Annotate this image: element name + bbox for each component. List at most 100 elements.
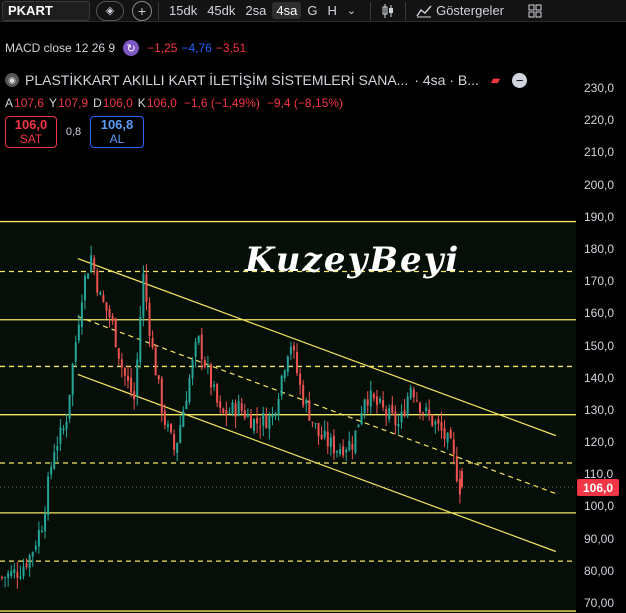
candle-body [93, 258, 96, 270]
price-tick-label: 220,0 [584, 113, 615, 128]
timeframe-45dk[interactable]: 45dk [203, 2, 239, 19]
candle-body [111, 316, 114, 321]
candle-body [243, 410, 246, 418]
symbol-search-input[interactable]: PKART [2, 0, 90, 21]
candle-body [10, 570, 13, 576]
candle-body [406, 396, 409, 417]
candle-body [209, 364, 212, 388]
timeframe-4sa[interactable]: 4sa [272, 2, 302, 19]
candle-body [437, 419, 440, 424]
candle-body [173, 434, 176, 450]
candle-body [326, 431, 329, 447]
timeframe-h[interactable]: H [323, 2, 340, 19]
candle-body [40, 530, 43, 532]
toolbar-separator [405, 1, 407, 20]
candle-body [108, 308, 111, 318]
candle-body [455, 455, 458, 482]
candle-body [13, 569, 16, 573]
price-axis[interactable]: 230,0 220,0 210,0 200,0 190,0 180,0 170,0 160,0… [576, 34, 626, 613]
buy-button[interactable]: 106,8 AL [90, 116, 144, 148]
candle-body [354, 430, 357, 453]
candle-body [28, 555, 31, 569]
compare-diamond-icon[interactable]: ◈ [96, 0, 124, 21]
timeframe-chevron-down-icon[interactable]: ⌄ [347, 4, 356, 17]
timeframe-15dk[interactable]: 15dk [165, 2, 201, 19]
candle-body [87, 273, 90, 279]
candle-body [283, 370, 286, 379]
candle-body [56, 446, 59, 451]
candle-body [400, 411, 403, 423]
top-toolbar: PKART ◈ + 15dk 45dk 2sa 4sa G H ⌄ Göster… [0, 0, 626, 22]
candle-body [130, 377, 133, 393]
indicators-button[interactable]: Göstergeler [436, 3, 504, 18]
timeframe-2sa[interactable]: 2sa [241, 2, 270, 19]
change-value-2: −9,4 (−8,15%) [266, 96, 343, 110]
candle-body [25, 563, 28, 567]
candle-body [191, 359, 194, 379]
last-candle-body [460, 471, 463, 488]
candle-body [277, 398, 280, 415]
candle-body [216, 384, 219, 403]
candle-body [409, 387, 412, 399]
candle-body [47, 476, 50, 516]
add-symbol-plus-icon[interactable]: + [132, 0, 152, 21]
indicators-icon[interactable] [412, 4, 436, 18]
layout-grid-icon[interactable] [524, 4, 546, 18]
candle-body [62, 428, 65, 431]
candle-body [249, 414, 252, 429]
candle-body [317, 422, 320, 437]
refresh-icon[interactable]: ↻ [123, 40, 140, 56]
company-logo-icon: ◉ [5, 73, 19, 87]
candle-body [71, 363, 74, 396]
candle-body [305, 399, 308, 405]
candle-body [117, 348, 120, 359]
candle-body [314, 423, 317, 425]
candle-body [68, 394, 71, 419]
flag-icon[interactable]: ▰ [491, 73, 500, 87]
candle-body [123, 367, 126, 376]
candle-body [329, 437, 332, 447]
sell-price: 106,0 [14, 116, 48, 132]
collapse-minus-icon[interactable]: − [512, 72, 528, 88]
macd-value-1: −1,25 [147, 41, 178, 55]
candle-body [259, 426, 262, 428]
price-tick-label: 160,0 [584, 306, 615, 321]
candle-body [22, 566, 25, 577]
price-tick-label: 140,0 [584, 370, 615, 385]
close-value: 106,0 [146, 96, 177, 110]
candlestick-chart-type-icon[interactable] [377, 3, 399, 19]
candle-body [222, 408, 225, 413]
timeframe-g[interactable]: G [303, 2, 321, 19]
candle-body [360, 412, 363, 425]
candle-body [19, 576, 22, 579]
sell-button[interactable]: 106,0 SAT [5, 116, 57, 148]
candle-body [148, 302, 151, 336]
buy-label: AL [109, 131, 125, 146]
candle-body [166, 424, 169, 428]
candle-body [163, 410, 166, 426]
candle-body [256, 418, 259, 424]
candle-body [385, 408, 388, 416]
spread-value: 0,8 [65, 126, 82, 138]
candle-body [31, 552, 34, 557]
macd-legend[interactable]: MACD close 12 26 9 ↻ −1,25 −4,76 −3,51 [5, 40, 246, 56]
candle-body [265, 414, 268, 428]
high-value: 107,9 [58, 96, 89, 110]
candle-body [160, 378, 163, 414]
candle-body [213, 384, 216, 387]
candle-body [363, 399, 366, 414]
candle-body [151, 338, 154, 348]
symbol-title[interactable]: ◉ PLASTİKKART AKILLI KART İLETİŞİM SİSTE… [5, 72, 528, 88]
candle-body [274, 413, 277, 417]
candle-body [246, 414, 249, 417]
candle-body [418, 402, 421, 413]
candle-body [176, 443, 179, 453]
candle-body [1, 576, 3, 578]
candle-body [372, 393, 375, 399]
high-label: Y [49, 96, 58, 110]
candle-body [366, 399, 369, 406]
candle-body [286, 356, 289, 372]
candle-body [59, 427, 62, 444]
candle-body [99, 292, 102, 296]
symbol-full-name: PLASTİKKART AKILLI KART İLETİŞİM SİSTEML… [25, 72, 409, 88]
